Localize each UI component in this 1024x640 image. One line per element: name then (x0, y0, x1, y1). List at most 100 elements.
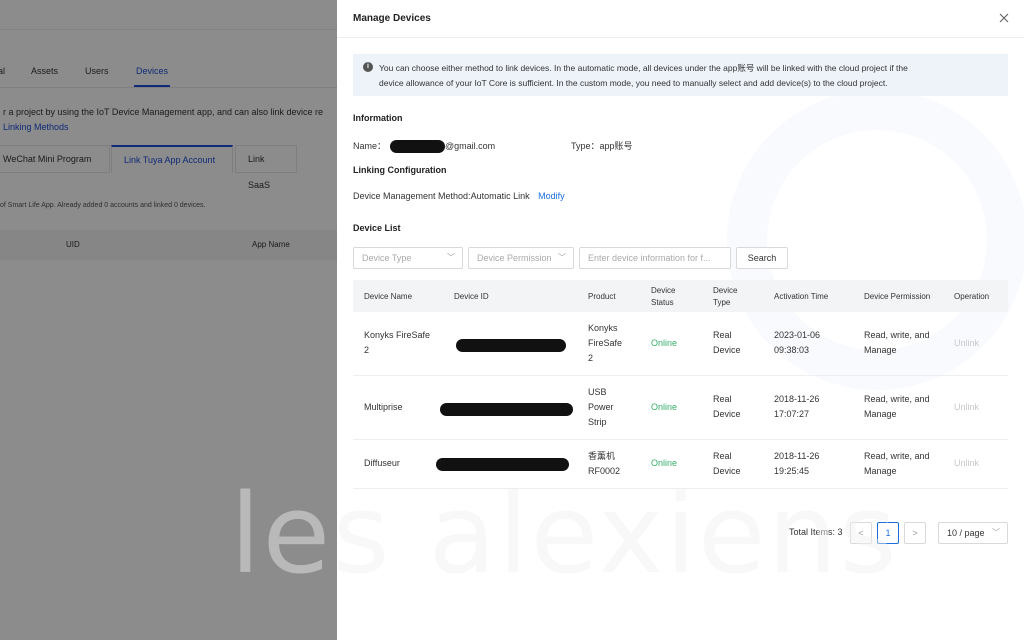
total-items: Total Items: 3 (789, 527, 843, 537)
product: USB Power Strip (588, 385, 614, 430)
name-label: Name： (353, 141, 387, 151)
permission-line-2: Manage (864, 409, 897, 419)
permission-line-2: Manage (864, 345, 897, 355)
alert-line-2: device allowance of your IoT Core is suf… (379, 78, 888, 88)
table-row: Multiprise USB Power Strip Online Real Devi… (353, 376, 1008, 440)
chevron-down-icon: ﹀ (558, 253, 566, 262)
activation-clock: 17:07:27 (774, 409, 810, 419)
type-label: Type： (571, 141, 600, 151)
close-icon[interactable] (996, 10, 1012, 26)
info-icon: i (363, 62, 373, 72)
device-type: Real Device (713, 328, 741, 358)
linking-title: Linking Configuration (353, 165, 447, 175)
unlink-button[interactable]: Unlink (954, 456, 979, 471)
status-online: Online (651, 338, 678, 348)
device-type: Real Device (713, 449, 741, 479)
permission-line-1: Read, write, and (864, 451, 930, 461)
name-suffix: @gmail.com (445, 141, 496, 151)
type-field: Type：app账号 (571, 139, 633, 152)
manage-devices-drawer: Manage Devices i You can choose either m… (337, 0, 1024, 640)
col-status-line-2: Status (651, 298, 674, 307)
drawer-title: Manage Devices (353, 13, 431, 24)
activation-time: 2023-01-06 09:38:03 (774, 328, 820, 358)
device-name-line-1: Konyks FireSafe (364, 330, 431, 340)
redacted-device-id (436, 458, 569, 471)
permission-line-1: Read, write, and (864, 394, 930, 404)
chevron-down-icon: ﹀ (992, 528, 1000, 537)
name-field: Name： @gmail.com (353, 139, 496, 154)
device-permission: Read, write, and Manage (864, 392, 930, 422)
device-permission-placeholder: Device Permission (477, 253, 552, 263)
activation-clock: 19:25:45 (774, 466, 810, 476)
col-device-id: Device ID (454, 292, 489, 301)
unlink-button[interactable]: Unlink (954, 400, 979, 415)
permission-line-2: Manage (864, 466, 897, 476)
page-1-button[interactable]: 1 (877, 522, 899, 544)
col-product: Product (588, 292, 616, 301)
drawer-header: Manage Devices (337, 0, 1024, 38)
search-placeholder: Enter device information for f... (588, 253, 711, 263)
device-permission-select[interactable]: Device Permission ﹀ (468, 247, 574, 269)
status-online: Online (651, 458, 678, 468)
device-type-placeholder: Device Type (362, 253, 412, 263)
page-size-select[interactable]: 10 / page ﹀ (938, 522, 1008, 544)
device-search-input[interactable]: Enter device information for f... (579, 247, 731, 269)
device-permission: Read, write, and Manage (864, 328, 930, 358)
device-type-line-2: Device (713, 345, 741, 355)
product-line-2: FireSafe (588, 338, 623, 348)
device-list-title: Device List (353, 223, 401, 233)
search-button[interactable]: Search (736, 247, 788, 269)
method-field: Device Management Method:Automatic Link … (353, 191, 565, 201)
permission-line-1: Read, write, and (864, 330, 930, 340)
device-name: Multiprise (364, 402, 403, 412)
table-row: Diffuseur 香薰机 RF0002 Online Real Device 20… (353, 440, 1008, 489)
info-alert: i You can choose either method to link d… (353, 54, 1008, 96)
device-type-line-2: Device (713, 466, 741, 476)
activation-date: 2018-11-26 (774, 451, 820, 461)
product-line-1: Konyks (588, 323, 618, 333)
col-status-line-1: Device (651, 286, 676, 295)
device-type-line-1: Real (713, 394, 732, 404)
redacted-device-id (456, 339, 566, 352)
unlink-button[interactable]: Unlink (954, 336, 979, 351)
product-line-1: 香薰机 (588, 451, 616, 461)
device-type: Real Device (713, 392, 741, 422)
product-line-3: Strip (588, 417, 607, 427)
page-size-value: 10 / page (947, 528, 985, 538)
col-operation: Operation (954, 292, 990, 301)
modify-link[interactable]: Modify (538, 191, 565, 201)
chevron-down-icon: ﹀ (447, 253, 455, 262)
redacted-email (390, 140, 446, 154)
activation-time: 2018-11-26 19:25:45 (774, 449, 819, 479)
prev-page-button[interactable]: < (850, 522, 872, 544)
method-label: Device Management Method: (353, 191, 471, 201)
product-line-3: 2 (588, 353, 594, 363)
device-type-line-1: Real (713, 330, 732, 340)
col-device-permission: Device Permission (864, 292, 931, 301)
device-type-line-2: Device (713, 409, 741, 419)
table-header: Device Name Device ID Product Device Stat… (353, 280, 1008, 312)
activation-date: 2023-01-06 (774, 330, 821, 340)
device-name-line-2: 2 (364, 345, 370, 355)
type-value: app账号 (599, 141, 633, 151)
device-type-line-1: Real (713, 451, 732, 461)
activation-date: 2018-11-26 (774, 394, 820, 404)
product-line-2: RF0002 (588, 466, 621, 476)
status-online: Online (651, 402, 678, 412)
table-row: Konyks FireSafe 2 Konyks FireSafe 2 Online … (353, 312, 1008, 376)
col-type-line-1: Device (713, 286, 738, 295)
next-page-button[interactable]: > (904, 522, 926, 544)
method-value: Automatic Link (470, 191, 530, 201)
alert-line-1: You can choose either method to link dev… (379, 63, 908, 73)
redacted-device-id (440, 403, 573, 416)
col-device-type: Device Type (713, 285, 737, 309)
device-name: Diffuseur (364, 458, 400, 468)
product-line-2: Power (588, 402, 614, 412)
col-activation-time: Activation Time (774, 292, 829, 301)
device-type-select[interactable]: Device Type ﹀ (353, 247, 463, 269)
activation-time: 2018-11-26 17:07:27 (774, 392, 819, 422)
product: 香薰机 RF0002 (588, 449, 620, 479)
device-permission: Read, write, and Manage (864, 449, 930, 479)
col-type-line-2: Type (713, 298, 731, 307)
device-name: Konyks FireSafe 2 (364, 328, 430, 358)
